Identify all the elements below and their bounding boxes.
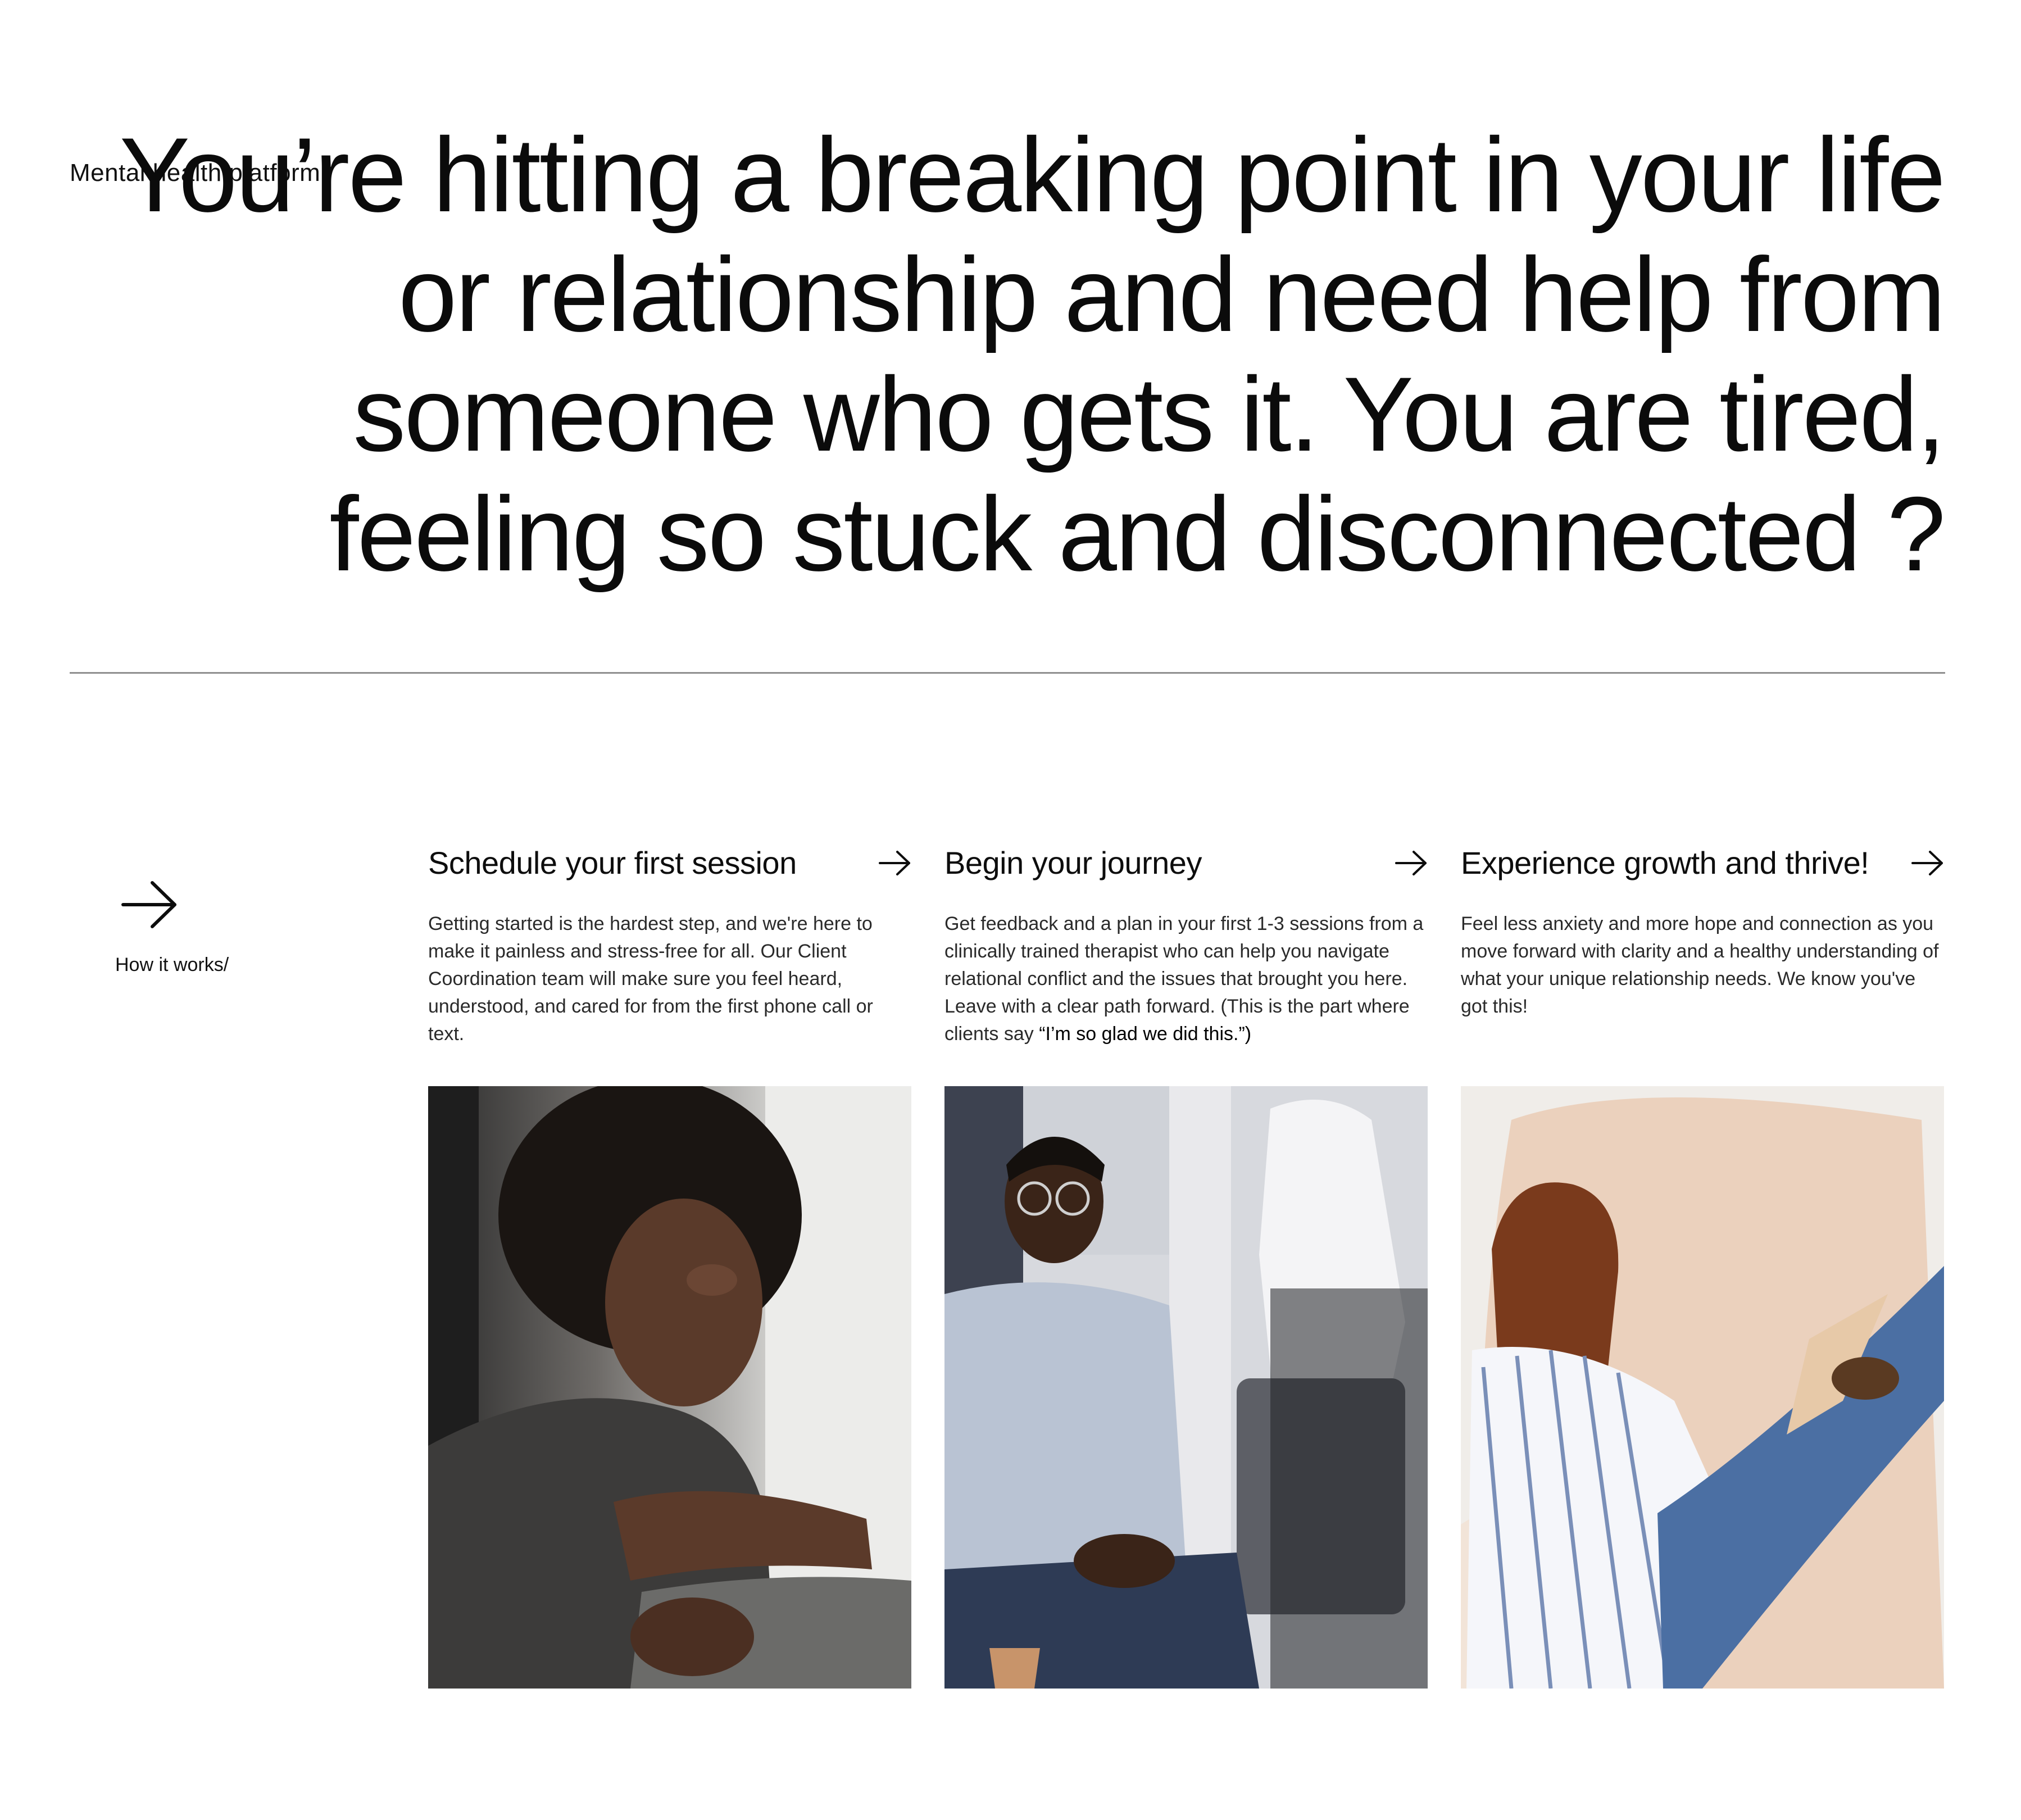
woman-looking-out-window-photo bbox=[428, 1086, 911, 1689]
section-divider bbox=[70, 672, 1945, 674]
hero-headline: You’re hitting a breaking point in your … bbox=[119, 116, 1946, 593]
how-it-works-label[interactable]: How it works/ bbox=[115, 952, 229, 977]
client-quote: “I’m so glad we did this.”) bbox=[1039, 1023, 1252, 1045]
step-title[interactable]: Experience growth and thrive! bbox=[1461, 843, 1869, 883]
step-description-text: Getting started is the hardest step, and… bbox=[428, 913, 873, 1045]
arrow-right-icon[interactable] bbox=[879, 850, 911, 876]
step-card-journey: Begin your journey Get feedback and a pl… bbox=[944, 837, 1428, 1073]
arrow-right-icon[interactable] bbox=[1395, 850, 1428, 876]
step-description-text: Feel less anxiety and more hope and conn… bbox=[1461, 913, 1939, 1017]
step-description: Getting started is the hardest step, and… bbox=[428, 910, 911, 1073]
step-header[interactable]: Schedule your first session bbox=[428, 837, 911, 889]
step-title[interactable]: Begin your journey bbox=[944, 843, 1202, 883]
step-card-schedule: Schedule your first session Getting star… bbox=[428, 837, 911, 1073]
woman-reading-in-chair-photo bbox=[1461, 1086, 1944, 1689]
step-card-growth: Experience growth and thrive! Feel less … bbox=[1461, 837, 1944, 1073]
arrow-right-icon[interactable] bbox=[121, 879, 178, 930]
step-title[interactable]: Schedule your first session bbox=[428, 843, 797, 883]
arrow-right-icon[interactable] bbox=[1911, 850, 1944, 876]
step-description: Feel less anxiety and more hope and conn… bbox=[1461, 910, 1944, 1073]
step-header[interactable]: Experience growth and thrive! bbox=[1461, 837, 1944, 889]
man-in-therapy-session-photo bbox=[944, 1086, 1428, 1689]
step-description: Get feedback and a plan in your first 1-… bbox=[944, 910, 1428, 1073]
step-header[interactable]: Begin your journey bbox=[944, 837, 1428, 889]
